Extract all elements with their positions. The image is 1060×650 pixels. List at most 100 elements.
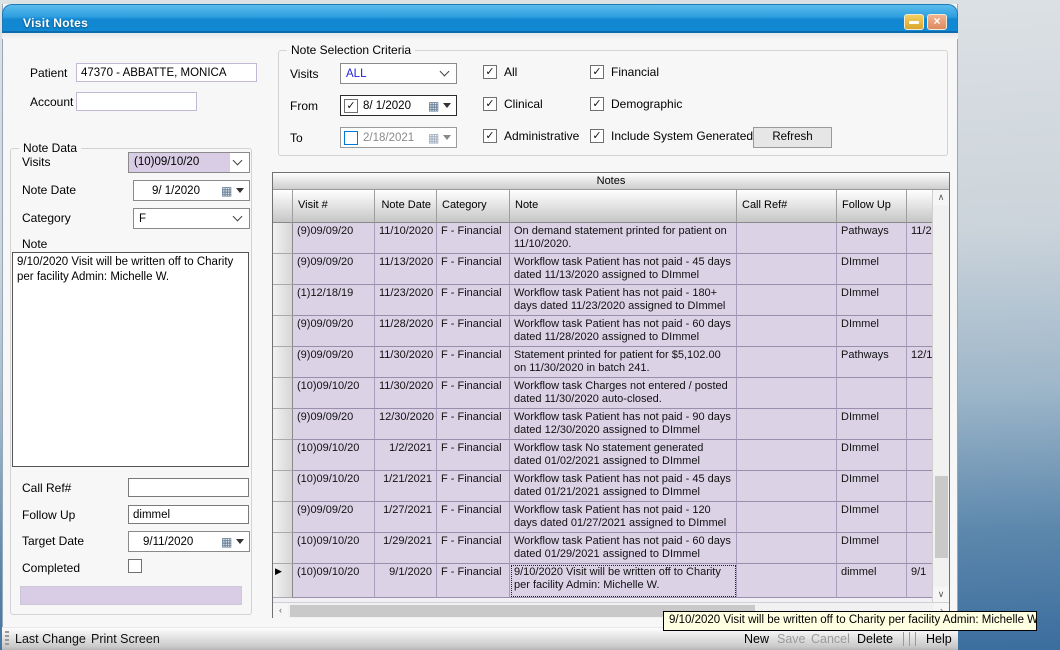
table-row[interactable]: (9)09/09/2011/13/2020F - FinancialWorkfl… [273,254,932,285]
col-header-note[interactable]: Note [510,190,737,223]
minimize-button[interactable] [904,14,924,30]
check-include-system-generated[interactable]: ✓Include System Generated [590,129,753,143]
check-clinical[interactable]: ✓Clinical [483,97,543,111]
account-label: Account [30,95,73,109]
cell-note-date: 1/27/2021 [375,502,437,533]
separator [915,632,916,646]
cell-visit: (9)09/09/20 [293,502,375,533]
vertical-scrollbar[interactable]: ∧ ∨ [932,190,949,602]
col-header-visit[interactable]: Visit # [293,190,375,223]
row-indicator[interactable] [273,502,293,533]
table-row[interactable]: ▶(10)09/10/209/1/2020F - Financial9/10/2… [273,564,932,598]
notes-table-header: Visit # Note Date Category Note Call Ref… [273,190,932,223]
refresh-button[interactable]: Refresh [753,127,832,148]
table-row[interactable]: (10)09/10/201/2/2021F - FinancialWorkflo… [273,440,932,471]
print-screen-button[interactable]: Print Screen [91,632,160,646]
table-row[interactable]: (9)09/09/2011/30/2020F - FinancialStatem… [273,347,932,378]
cell-note-date: 9/1/2020 [375,564,437,598]
calendar-icon: ▦ [221,185,234,197]
new-button[interactable]: New [744,632,769,646]
col-header-follow-up[interactable]: Follow Up [837,190,907,223]
cell-note-date: 1/21/2021 [375,471,437,502]
window-titlebar[interactable]: Visit Notes × [2,4,958,33]
cell-note: Statement printed for patient for $5,102… [510,347,737,378]
dropdown-arrow-icon [443,103,451,108]
vertical-scroll-thumb[interactable] [935,476,948,558]
cell-visit: (9)09/09/20 [293,409,375,440]
cell-category: F - Financial [437,471,510,502]
table-row[interactable]: (10)09/10/201/29/2021F - FinancialWorkfl… [273,533,932,564]
check-all[interactable]: ✓All [483,65,517,79]
save-button[interactable]: Save [777,632,806,646]
row-indicator[interactable] [273,254,293,285]
follow-up-input[interactable]: dimmel [128,505,249,524]
cell-visit: (10)09/10/20 [293,471,375,502]
category-combo[interactable]: F [133,208,250,229]
to-date-picker[interactable]: 2/18/2021 ▦ [340,127,457,148]
criteria-visits-combo[interactable]: ALL [340,63,457,84]
cell-call-ref [737,316,837,347]
col-header-category[interactable]: Category [437,190,510,223]
row-indicator[interactable] [273,440,293,471]
target-date-picker[interactable]: 9/11/2020 ▦ [128,531,250,552]
table-row[interactable]: (10)09/10/201/21/2021F - FinancialWorkfl… [273,471,932,502]
scroll-left-icon[interactable]: ‹ [273,603,288,618]
cell-follow-up: dimmel [837,564,907,598]
cell-visit: (9)09/09/20 [293,347,375,378]
row-indicator[interactable] [273,285,293,316]
row-indicator[interactable] [273,378,293,409]
col-header-indicator[interactable] [273,190,293,223]
last-change-button[interactable]: Last Change [15,632,86,646]
completed-checkbox[interactable] [128,559,142,573]
from-date-picker[interactable]: ✓ 8/ 1/2020 ▦ [340,95,457,116]
table-row[interactable]: (9)09/09/201/27/2021F - FinancialWorkflo… [273,502,932,533]
minimize-icon [909,21,919,24]
check-include-system-generated-label: Include System Generated [611,129,753,143]
cancel-button[interactable]: Cancel [811,632,850,646]
row-indicator[interactable] [273,223,293,254]
table-row[interactable]: (9)09/09/2011/10/2020F - FinancialOn dem… [273,223,932,254]
calendar-icon: ▦ [221,536,234,548]
row-indicator[interactable] [273,533,293,564]
cell-category: F - Financial [437,223,510,254]
patient-label: Patient [30,66,67,80]
col-header-note-date[interactable]: Note Date [375,190,437,223]
check-demographic[interactable]: ✓Demographic [590,97,682,111]
cell-note-date: 1/2/2021 [375,440,437,471]
row-indicator[interactable] [273,409,293,440]
col-header-extra[interactable] [907,190,932,223]
to-checkbox[interactable] [344,131,358,145]
cell-follow-up [837,378,907,409]
help-button[interactable]: Help [926,632,952,646]
note-textarea[interactable]: 9/10/2020 Visit will be written off to C… [12,252,249,467]
delete-button[interactable]: Delete [857,632,893,646]
calendar-icon: ▦ [428,132,441,144]
row-indicator[interactable]: ▶ [273,564,293,598]
cell-extra: 12/1 [907,347,932,378]
cell-category: F - Financial [437,409,510,440]
check-financial[interactable]: ✓Financial [590,65,659,79]
close-button[interactable]: × [927,14,947,30]
table-row[interactable]: (10)09/10/2011/30/2020F - FinancialWorkf… [273,378,932,409]
note-date-label: Note Date [22,183,76,197]
table-row[interactable]: (9)09/09/2012/30/2020F - FinancialWorkfl… [273,409,932,440]
table-row[interactable]: (1)12/18/1911/23/2020F - FinancialWorkfl… [273,285,932,316]
cell-extra [907,316,932,347]
from-checkbox[interactable]: ✓ [344,99,358,113]
cell-call-ref [737,378,837,409]
cell-note-date: 11/13/2020 [375,254,437,285]
scroll-down-icon[interactable]: ∨ [933,587,949,602]
call-ref-input[interactable] [128,478,249,497]
cell-extra [907,409,932,440]
col-header-call-ref[interactable]: Call Ref# [737,190,837,223]
row-indicator[interactable] [273,471,293,502]
note-date-picker[interactable]: 9/ 1/2020 ▦ [133,180,250,201]
cell-category: F - Financial [437,502,510,533]
cell-visit: (1)12/18/19 [293,285,375,316]
scroll-up-icon[interactable]: ∧ [933,190,949,205]
table-row[interactable]: (9)09/09/2011/28/2020F - FinancialWorkfl… [273,316,932,347]
row-indicator[interactable] [273,347,293,378]
visits-combo[interactable]: (10)09/10/20 [128,152,250,173]
check-administrative[interactable]: ✓Administrative [483,129,579,143]
row-indicator[interactable] [273,316,293,347]
